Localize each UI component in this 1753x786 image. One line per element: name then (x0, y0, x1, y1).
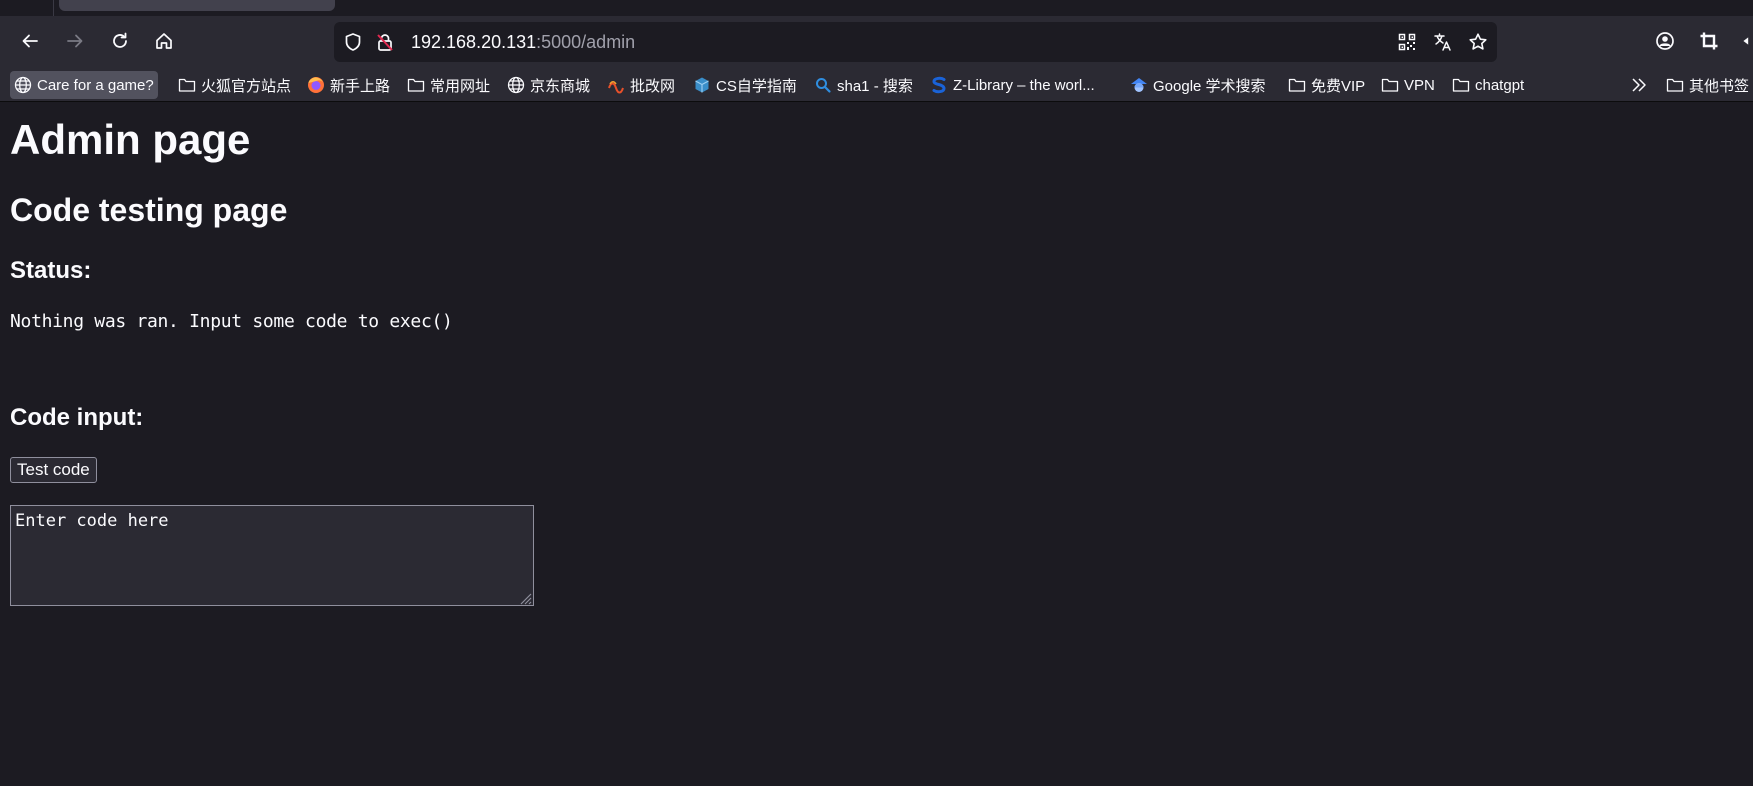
qr-code-button[interactable] (1396, 31, 1418, 53)
search-icon (814, 76, 832, 94)
home-button[interactable] (148, 25, 180, 57)
bookmark-label: sha1 - 搜索 (837, 77, 913, 95)
bookmark-label: 免费VIP (1311, 77, 1366, 95)
chevron-double-right-icon (1630, 76, 1648, 94)
crop-icon (1700, 32, 1718, 50)
account-button[interactable] (1649, 25, 1681, 57)
translate-icon (1434, 33, 1451, 51)
account-icon (1656, 32, 1674, 50)
bookmark-care-for-a-game[interactable]: Care for a game? (10, 71, 158, 99)
extensions-button[interactable] (1737, 25, 1753, 57)
bookmarks-overflow-button[interactable] (1626, 71, 1657, 99)
insecure-lock-icon (377, 34, 393, 51)
back-button[interactable] (14, 25, 46, 57)
url-bar[interactable]: 192.168.20.131:5000/admin (334, 22, 1497, 62)
bookmark-label: VPN (1404, 76, 1435, 94)
forward-icon (67, 34, 83, 48)
code-input-heading: Code input: (10, 404, 144, 431)
bookmark-google-scholar[interactable]: Google 学术搜索 (1126, 71, 1270, 99)
translate-button[interactable] (1432, 31, 1454, 53)
back-icon (22, 34, 38, 48)
bookmarks-toolbar: Care for a game? 火狐官方站点 新手上路 常用网址 京东商城 批… (0, 68, 1753, 102)
bookmark-label: 其他书签 (1689, 77, 1750, 95)
navigation-toolbar: 192.168.20.131:5000/admin (0, 16, 1753, 68)
bookmark-label: CS自学指南 (716, 77, 797, 95)
firefox-icon (307, 76, 325, 94)
bookmark-label: 火狐官方站点 (201, 77, 292, 95)
extension-icon (1743, 37, 1749, 45)
bookmark-label: chatgpt (1475, 76, 1525, 94)
qr-code-icon (1398, 33, 1416, 51)
bookmark-folder-other[interactable]: 其他书签 (1662, 71, 1753, 99)
bookmark-sha1-search[interactable]: sha1 - 搜索 (810, 71, 917, 99)
reload-icon (113, 32, 127, 48)
folder-icon (407, 76, 425, 94)
folder-icon (1381, 76, 1399, 94)
globe-icon (14, 76, 32, 94)
resize-grip-icon[interactable] (516, 589, 532, 605)
status-heading: Status: (10, 257, 92, 284)
folder-icon (1452, 76, 1470, 94)
bookmark-label: Google 学术搜索 (1153, 77, 1266, 95)
bookmark-jd-mall[interactable]: 京东商城 (503, 71, 594, 99)
active-tab[interactable] (59, 0, 335, 11)
scholar-icon (1130, 76, 1148, 94)
folder-icon (1288, 76, 1306, 94)
page-title: Admin page (10, 116, 251, 163)
site-security-button[interactable] (374, 31, 396, 53)
bookmark-label: 常用网址 (430, 77, 491, 95)
status-message: Nothing was ran. Input some code to exec… (10, 311, 453, 332)
bookmark-label: 批改网 (630, 77, 676, 95)
globe-icon (507, 76, 525, 94)
shield-icon (345, 33, 361, 51)
bookmark-pigai[interactable]: 批改网 (603, 71, 679, 99)
tab-strip (0, 0, 1753, 16)
bookmark-label: Z-Library – the worl... (953, 76, 1095, 94)
bookmark-folder-vpn[interactable]: VPN (1377, 71, 1439, 99)
folder-icon (178, 76, 196, 94)
star-icon (1469, 33, 1487, 50)
bookmark-folder-firefox-official[interactable]: 火狐官方站点 (174, 71, 295, 99)
page-subtitle: Code testing page (10, 192, 288, 228)
cube-icon (693, 76, 711, 94)
url-host: 192.168.20.131 (411, 32, 537, 52)
test-code-button[interactable]: Test code (10, 457, 97, 483)
bookmark-label: Care for a game? (37, 76, 154, 94)
url-path: :5000/admin (536, 32, 636, 52)
bookmark-cs-self-learning[interactable]: CS自学指南 (689, 71, 801, 99)
folder-icon (1666, 76, 1684, 94)
screenshot-button[interactable] (1693, 25, 1725, 57)
bookmark-label: 京东商城 (530, 77, 591, 95)
page-content: Admin page Code testing page Status: Not… (0, 103, 1753, 786)
code-input-textarea[interactable] (10, 505, 534, 606)
bookmark-folder-chatgpt[interactable]: chatgpt (1448, 71, 1528, 99)
zlib-icon (930, 76, 948, 94)
bookmark-label: 新手上路 (330, 77, 391, 95)
forward-button[interactable] (59, 25, 91, 57)
pigai-icon (607, 76, 625, 94)
bookmark-star-button[interactable] (1467, 31, 1489, 53)
tracking-protection-button[interactable] (342, 31, 364, 53)
bookmark-folder-common-sites[interactable]: 常用网址 (403, 71, 494, 99)
reload-button[interactable] (104, 25, 136, 57)
bookmark-folder-free-vip[interactable]: 免费VIP (1284, 71, 1369, 99)
bookmark-getting-started[interactable]: 新手上路 (303, 71, 394, 99)
tab-separator (53, 0, 54, 16)
bookmark-z-library[interactable]: Z-Library – the worl... (926, 71, 1099, 99)
url-text[interactable]: 192.168.20.131:5000/admin (411, 32, 635, 52)
home-icon (156, 33, 172, 49)
